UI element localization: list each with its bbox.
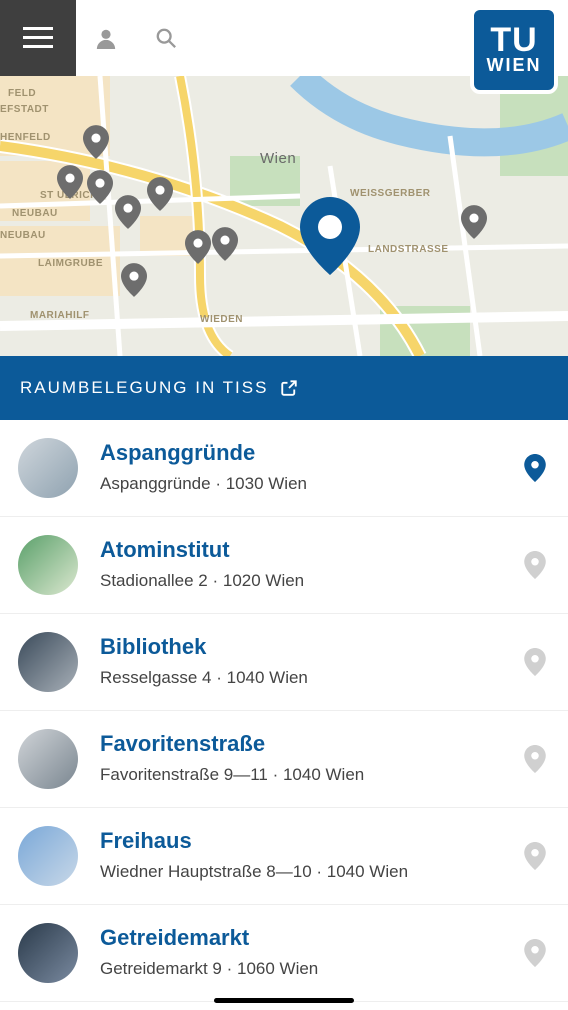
location-thumbnail — [18, 826, 78, 886]
search-button[interactable] — [136, 0, 196, 76]
location-row[interactable]: Freihaus Wiedner Hauptstraße 8—10 · 1040 … — [0, 808, 568, 905]
raumbelegung-banner[interactable]: RAUMBELEGUNG IN TISS — [0, 356, 568, 420]
map-pin[interactable] — [121, 262, 147, 298]
map-district-label: HENFELD — [0, 132, 51, 143]
location-row[interactable]: Atominstitut Stadionallee 2 · 1020 Wien — [0, 517, 568, 614]
external-link-icon — [280, 379, 298, 397]
map-pin[interactable] — [83, 124, 109, 160]
location-address: Wiedner Hauptstraße 8—10 · 1040 Wien — [100, 860, 498, 884]
location-address: Getreidemarkt 9 · 1060 Wien — [100, 957, 498, 981]
map-pin[interactable] — [185, 229, 211, 265]
location-thumbnail — [18, 438, 78, 498]
location-address: Resselgasse 4 · 1040 Wien — [100, 666, 498, 690]
location-body: Bibliothek Resselgasse 4 · 1040 Wien — [100, 634, 498, 690]
location-row[interactable]: Aspanggründe Aspanggründe · 1030 Wien — [0, 420, 568, 517]
location-row[interactable]: Getreidemarkt Getreidemarkt 9 · 1060 Wien — [0, 905, 568, 1002]
logo-line1: TU — [490, 25, 537, 55]
location-pin-icon[interactable] — [520, 551, 550, 579]
location-body: Atominstitut Stadionallee 2 · 1020 Wien — [100, 537, 498, 593]
map[interactable]: FELDEFSTADTHENFELDST ULRICHNEUBAUNEUBAUL… — [0, 76, 568, 356]
map-district-label: Wien — [260, 150, 296, 167]
map-district-label: LAIMGRUBE — [38, 258, 103, 269]
map-pin[interactable] — [212, 226, 238, 262]
map-pin[interactable] — [461, 204, 487, 240]
location-pin-icon[interactable] — [520, 939, 550, 967]
menu-button[interactable] — [0, 0, 76, 76]
map-district-label: NEUBAU — [0, 230, 46, 241]
location-title: Atominstitut — [100, 537, 498, 563]
location-address: Stadionallee 2 · 1020 Wien — [100, 569, 498, 593]
user-button[interactable] — [76, 0, 136, 76]
location-pin-icon[interactable] — [520, 454, 550, 482]
map-district-label: NEUBAU — [12, 208, 58, 219]
location-title: Freihaus — [100, 828, 498, 854]
map-district-label: WEISSGERBER — [350, 188, 431, 199]
location-thumbnail — [18, 632, 78, 692]
location-body: Getreidemarkt Getreidemarkt 9 · 1060 Wien — [100, 925, 498, 981]
home-indicator — [214, 998, 354, 1003]
map-district-label: FELD — [8, 88, 36, 99]
header: TU WIEN — [0, 0, 568, 76]
location-body: Favoritenstraße Favoritenstraße 9—11 · 10… — [100, 731, 498, 787]
location-thumbnail — [18, 535, 78, 595]
location-title: Favoritenstraße — [100, 731, 498, 757]
logo-line2: WIEN — [487, 55, 542, 76]
map-district-label: MARIAHILF — [30, 310, 90, 321]
location-pin-icon[interactable] — [520, 842, 550, 870]
location-thumbnail — [18, 729, 78, 789]
location-body: Freihaus Wiedner Hauptstraße 8—10 · 1040 … — [100, 828, 498, 884]
location-address: Favoritenstraße 9—11 · 1040 Wien — [100, 763, 498, 787]
map-pin[interactable] — [87, 169, 113, 205]
map-district-label: LANDSTRASSE — [368, 244, 449, 255]
location-title: Getreidemarkt — [100, 925, 498, 951]
map-pin[interactable] — [57, 164, 83, 200]
hamburger-icon — [23, 27, 53, 49]
location-row[interactable]: Favoritenstraße Favoritenstraße 9—11 · 10… — [0, 711, 568, 808]
search-icon — [155, 27, 177, 49]
location-thumbnail — [18, 923, 78, 983]
tu-wien-logo[interactable]: TU WIEN — [470, 6, 558, 94]
map-pin-selected[interactable] — [300, 197, 360, 275]
location-title: Aspanggründe — [100, 440, 498, 466]
user-icon — [95, 27, 117, 49]
location-body: Aspanggründe Aspanggründe · 1030 Wien — [100, 440, 498, 496]
location-pin-icon[interactable] — [520, 745, 550, 773]
map-pin[interactable] — [147, 176, 173, 212]
map-district-label: WIEDEN — [200, 314, 243, 325]
map-pin[interactable] — [115, 194, 141, 230]
location-pin-icon[interactable] — [520, 648, 550, 676]
location-row[interactable]: Bibliothek Resselgasse 4 · 1040 Wien — [0, 614, 568, 711]
location-address: Aspanggründe · 1030 Wien — [100, 472, 498, 496]
banner-text: RAUMBELEGUNG IN TISS — [20, 378, 268, 398]
location-title: Bibliothek — [100, 634, 498, 660]
location-list: Aspanggründe Aspanggründe · 1030 Wien Atom… — [0, 420, 568, 1002]
map-district-label: EFSTADT — [0, 104, 49, 115]
